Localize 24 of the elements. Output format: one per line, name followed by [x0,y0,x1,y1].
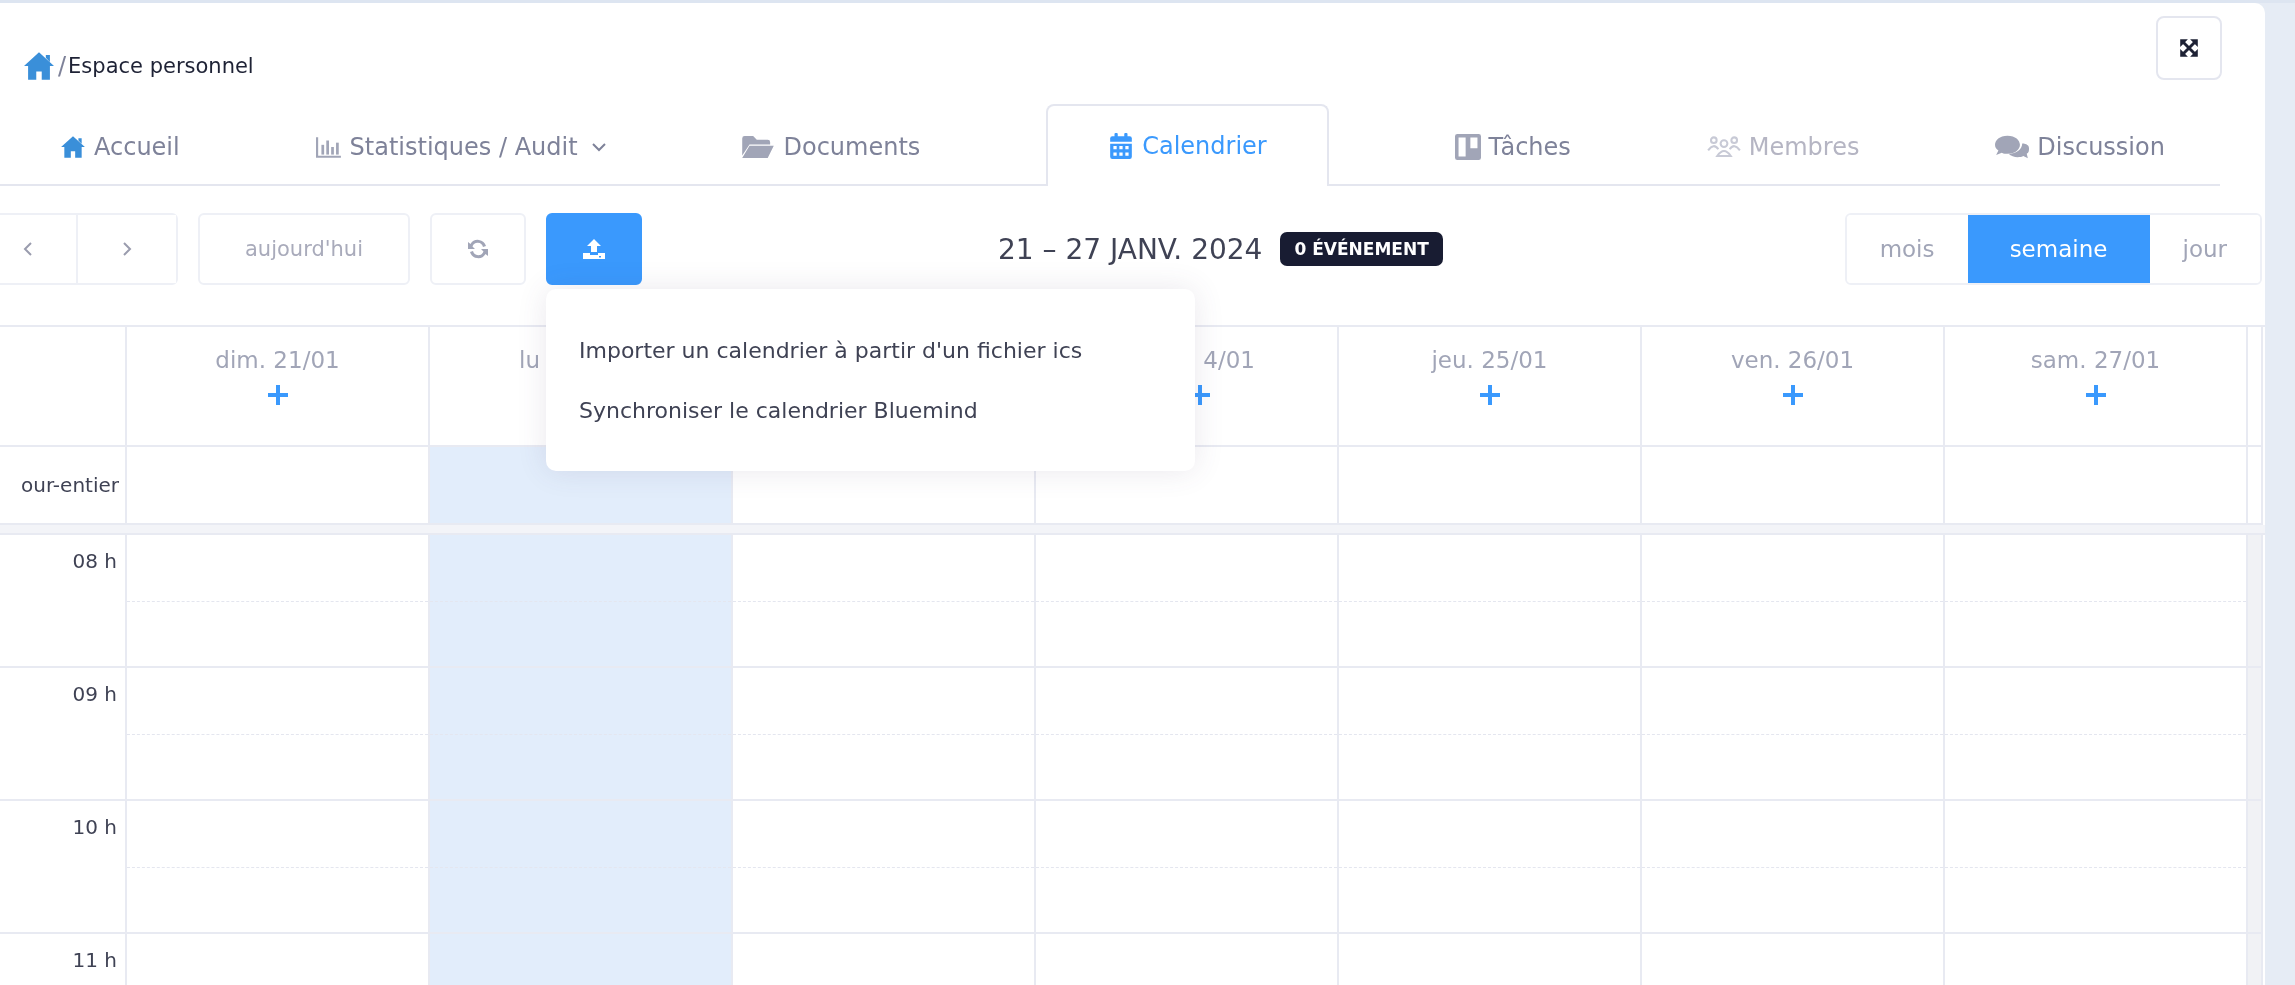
date-range-title: 21 – 27 JANV. 2024 [998,232,1263,266]
tab[interactable]: Calendrier [1046,104,1329,186]
day-header: ven. 26/01 [1730,347,1855,375]
menu-item[interactable]: Synchroniser le calendrier Bluemind [579,397,1195,423]
breadcrumb-item[interactable]: Espace personnel [68,54,254,78]
hour-label: 10 h [72,815,117,841]
menu-item[interactable]: Importer un calendrier à partir d'un fichier ics [579,337,1195,363]
event-count-badge: 0 ÉVÉNEMENT [1280,232,1443,266]
tab[interactable]: Documents [731,106,931,186]
hour-label: 11 h [72,948,117,974]
tab[interactable]: Tâches [1444,106,1581,186]
day-header: dim. 21/01 [215,347,340,375]
view-button[interactable]: semaine [1967,215,2150,283]
hour-label: 09 h [72,682,117,708]
day-header: 4/01 [1203,347,1255,375]
breadcrumb-separator: / [58,52,67,80]
day-header: jeu. 25/01 [1431,347,1548,375]
tab[interactable]: Accueil [50,106,190,186]
day-header: lu [519,347,540,375]
all-day-label: our-entier [21,473,119,497]
day-header: sam. 27/01 [2030,347,2161,375]
tab[interactable]: Statistiques / Audit [305,106,616,186]
hour-label: 08 h [72,549,117,575]
tab[interactable]: Discussion [1985,106,2175,186]
